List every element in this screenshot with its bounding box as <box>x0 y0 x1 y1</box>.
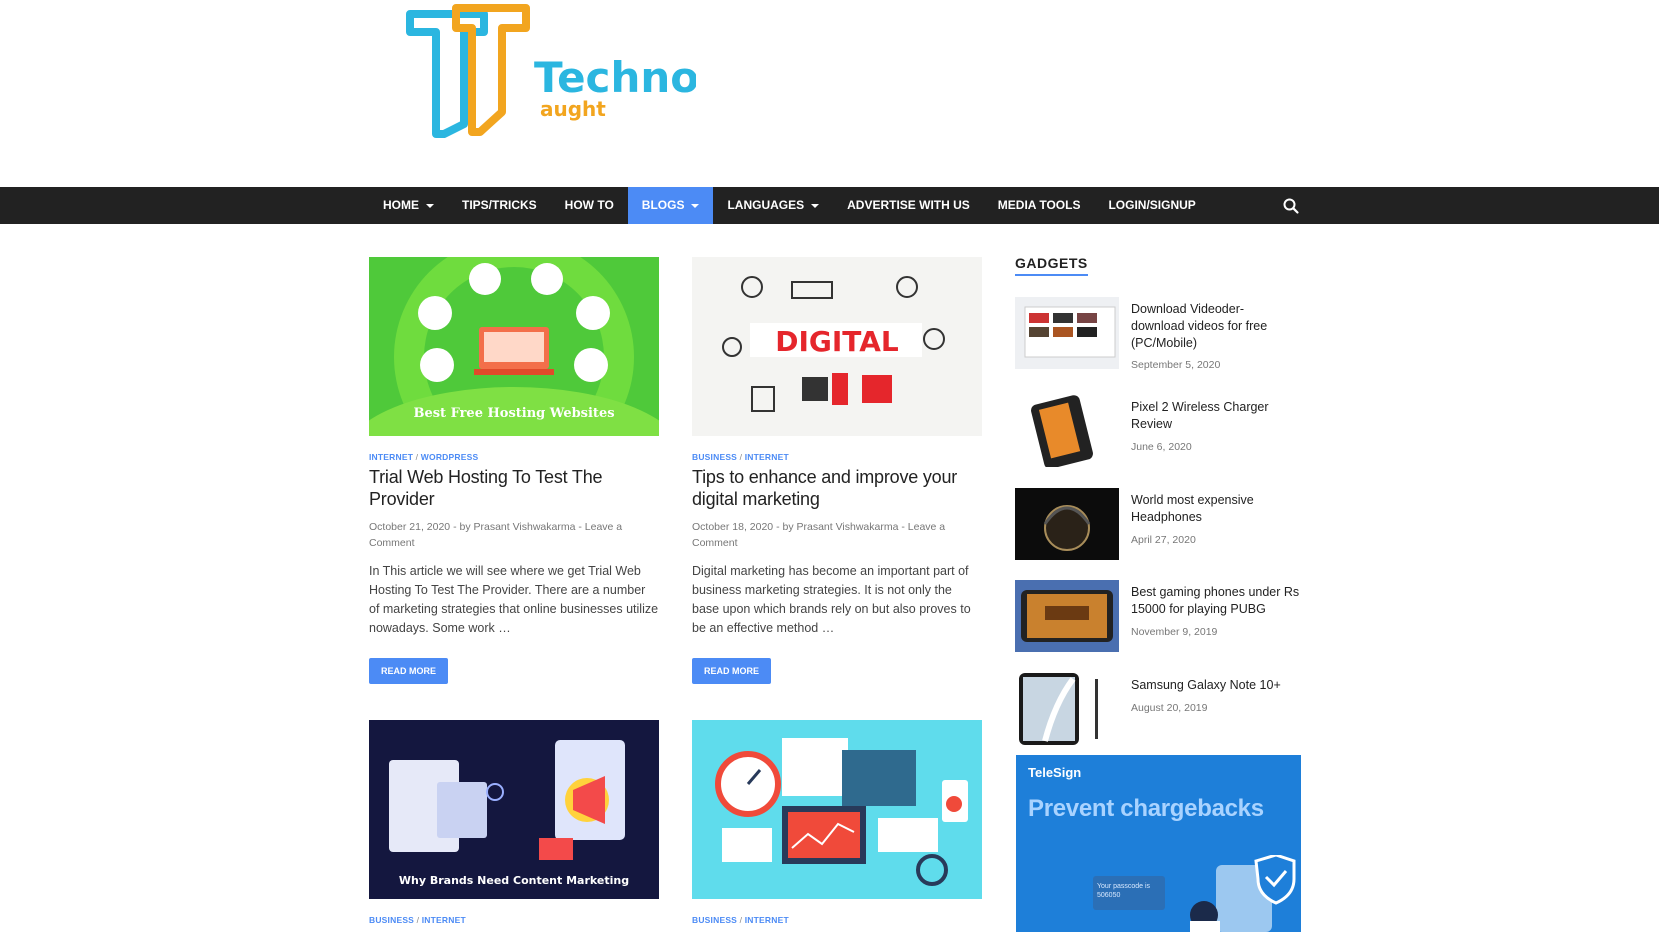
gadget-thumbnail[interactable] <box>1015 395 1119 467</box>
post-card: BUSINESS / INTERNET <box>692 720 982 925</box>
gadget-date: June 6, 2020 <box>1131 441 1192 453</box>
category-link[interactable]: WORDPRESS <box>421 452 479 462</box>
gadget-date: November 9, 2019 <box>1131 626 1218 638</box>
gadget-item[interactable]: Samsung Galaxy Note 10+ August 20, 2019 <box>1015 673 1301 745</box>
gadget-title[interactable]: Download Videoder- download videos for f… <box>1131 301 1301 352</box>
post-thumbnail[interactable]: Why Brands Need Content Marketing <box>369 720 659 899</box>
main-nav: HOME TIPS/TRICKS HOW TO BLOGS LANGUAGES … <box>0 187 1659 224</box>
chevron-down-icon <box>426 203 434 208</box>
gadget-item[interactable]: Download Videoder- download videos for f… <box>1015 297 1301 371</box>
post-excerpt: Digital marketing has become an importan… <box>692 564 971 635</box>
ad-headline: Prevent chargebacks <box>1028 795 1264 822</box>
nav-item-login-signup[interactable]: LOGIN/SIGNUP <box>1094 187 1209 224</box>
nav-item-media-tools[interactable]: MEDIA TOOLS <box>984 187 1095 224</box>
gadget-thumbnail[interactable] <box>1015 580 1119 652</box>
ad-brand: TeleSign <box>1028 765 1082 780</box>
thumbnail-caption: Best Free Hosting Websites <box>413 406 614 421</box>
post-thumbnail[interactable] <box>692 720 982 899</box>
category-link[interactable]: BUSINESS <box>692 452 737 462</box>
post-thumbnail[interactable]: Best Free Hosting Websites <box>369 257 659 436</box>
gadget-thumbnail[interactable] <box>1015 297 1119 369</box>
read-more-button[interactable]: READ MORE <box>692 658 772 684</box>
nav-item-advertise[interactable]: ADVERTISE WITH US <box>833 187 984 224</box>
post-card: Why Brands Need Content Marketing BUSINE… <box>369 720 659 925</box>
thumbnail-caption: Why Brands Need Content Marketing <box>399 874 629 887</box>
thumbnail-caption: DIGITAL <box>775 325 899 358</box>
post-title[interactable]: Trial Web Hosting To Test The Provider <box>369 466 659 510</box>
gadget-thumbnail[interactable] <box>1015 488 1119 560</box>
post-date[interactable]: October 18, 2020 <box>692 521 773 533</box>
meta-separator: - <box>578 521 582 533</box>
post-card: Best Free Hosting Websites INTERNET / WO… <box>369 257 659 684</box>
gadget-title[interactable]: World most expensive Headphones <box>1131 492 1301 526</box>
chevron-down-icon <box>811 203 820 208</box>
meta-separator: - <box>901 521 905 533</box>
post-meta: October 18, 2020 - by Prasant Vishwakarm… <box>692 519 982 551</box>
gadget-item[interactable]: World most expensive Headphones April 27… <box>1015 488 1301 560</box>
post-meta: October 21, 2020 - by Prasant Vishwakarm… <box>369 519 659 551</box>
post-categories: INTERNET / WORDPRESS <box>369 452 479 462</box>
nav-item-blogs[interactable]: BLOGS <box>627 187 714 224</box>
post-date[interactable]: October 21, 2020 <box>369 521 450 533</box>
post-excerpt: In This article we will see where we get… <box>369 564 659 635</box>
gadget-date: September 5, 2020 <box>1131 359 1221 371</box>
shield-check-icon <box>1190 855 1296 932</box>
gadget-item[interactable]: Pixel 2 Wireless Charger Review June 6, … <box>1015 395 1301 467</box>
post-categories: BUSINESS / INTERNET <box>692 915 789 925</box>
logo-text-aught: aught <box>540 97 606 121</box>
post-categories: BUSINESS / INTERNET <box>369 915 466 925</box>
read-more-button[interactable]: READ MORE <box>369 658 449 684</box>
gadget-title[interactable]: Pixel 2 Wireless Charger Review <box>1131 399 1301 433</box>
category-link[interactable]: INTERNET <box>745 452 789 462</box>
nav-item-home[interactable]: HOME <box>369 187 448 224</box>
category-link[interactable]: BUSINESS <box>692 915 737 925</box>
ad-passcode-box: Your passcode is 506050 <box>1093 876 1165 910</box>
gadget-date: April 27, 2020 <box>1131 534 1196 546</box>
search-icon[interactable] <box>1282 197 1300 215</box>
gadget-thumbnail[interactable] <box>1015 673 1119 745</box>
post-title[interactable]: Tips to enhance and improve your digital… <box>692 466 982 510</box>
post-categories: BUSINESS / INTERNET <box>692 452 789 462</box>
nav-item-how-to[interactable]: HOW TO <box>551 187 628 224</box>
category-link[interactable]: INTERNET <box>422 915 466 925</box>
logo-text-techno: Techno <box>534 53 696 102</box>
post-author[interactable]: Prasant Vishwakarma <box>474 521 576 533</box>
chevron-down-icon <box>691 203 700 208</box>
advertisement-banner[interactable]: TeleSign Prevent chargebacks Your passco… <box>1016 755 1301 932</box>
page: Techno aught HOME TIPS/TRICKS HOW TO BLO… <box>0 0 1659 932</box>
nav-item-languages[interactable]: LANGUAGES <box>713 187 833 224</box>
site-logo[interactable]: Techno aught <box>406 4 696 139</box>
meta-by: - by <box>453 521 471 533</box>
post-thumbnail[interactable]: DIGITAL <box>692 257 982 436</box>
nav-items: HOME TIPS/TRICKS HOW TO BLOGS LANGUAGES … <box>369 187 1210 224</box>
gadget-date: August 20, 2019 <box>1131 702 1208 714</box>
gadget-title[interactable]: Samsung Galaxy Note 10+ <box>1131 677 1301 694</box>
category-link[interactable]: INTERNET <box>369 452 413 462</box>
widget-title: GADGETS <box>1015 255 1088 276</box>
meta-by: - by <box>776 521 794 533</box>
gadget-title[interactable]: Best gaming phones under Rs 15000 for pl… <box>1131 584 1301 618</box>
category-link[interactable]: BUSINESS <box>369 915 414 925</box>
post-author[interactable]: Prasant Vishwakarma <box>797 521 899 533</box>
category-link[interactable]: INTERNET <box>745 915 789 925</box>
post-card: DIGITAL BUSINESS / INTERNET Tips to enha… <box>692 257 982 684</box>
nav-item-tips-tricks[interactable]: TIPS/TRICKS <box>448 187 551 224</box>
gadget-item[interactable]: Best gaming phones under Rs 15000 for pl… <box>1015 580 1301 652</box>
sidebar-gadgets: GADGETS Download Videoder- download vide… <box>1015 255 1301 745</box>
